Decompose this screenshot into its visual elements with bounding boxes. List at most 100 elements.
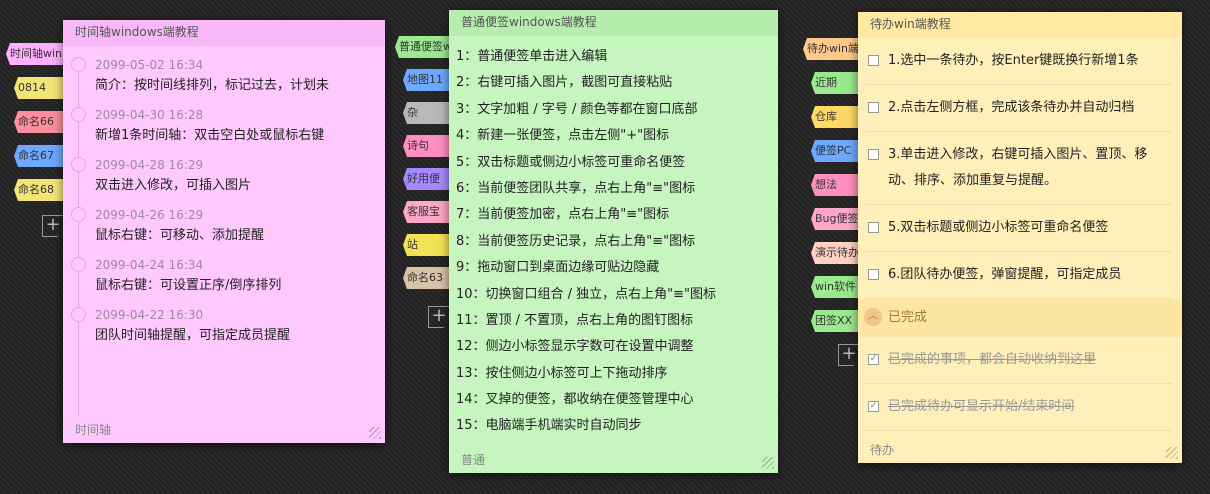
timeline-dot [71, 157, 86, 172]
resize-grip-icon[interactable] [369, 427, 381, 439]
timeline-date: 2099-04-24 16:34 [95, 258, 204, 272]
resize-grip-icon[interactable] [762, 457, 774, 469]
timeline-date: 2099-04-30 16:28 [95, 108, 204, 122]
checkbox[interactable] [868, 269, 879, 280]
timeline-text: 团队时间轴提醒，可指定成员提醒 [95, 328, 291, 343]
check-icon[interactable]: ✓ [868, 401, 879, 412]
normal-note[interactable]: 普通便签windows端教程 1：普通便签单击进入编辑 2：右键可插入图片，截图可… [449, 10, 778, 473]
todo-list: 1.选中一条待办，按Enter键既换行新增1条 2.点击左侧方框，完成该条待办并… [858, 38, 1182, 437]
todo-text: 5.双击标题或侧边小标签可重命名便签 [888, 220, 1109, 235]
note-line: 4：新建一张便签，点击左侧"+"图标 [456, 128, 670, 144]
timeline-text: 鼠标右键：可设置正序/倒序排列 [95, 278, 282, 293]
todo-note[interactable]: 待办win端教程 1.选中一条待办，按Enter键既换行新增1条 2.点击左侧方… [858, 12, 1182, 463]
timeline-text: 简介：按时间线排列，标记过去，计划未 [95, 78, 330, 93]
timeline-item[interactable]: 2099-05-02 16:34 简介：按时间线排列，标记过去，计划未 [63, 46, 385, 96]
note-line: 15：电脑端手机端实时自动同步 [456, 418, 642, 434]
side-tab[interactable]: 0814 [14, 77, 66, 99]
side-tab[interactable]: 诗句 [403, 135, 451, 157]
side-tab[interactable]: 近期 [811, 72, 861, 94]
completed-label: 已完成 [888, 310, 928, 325]
side-tab[interactable]: 普通便签w [395, 36, 451, 58]
checkbox[interactable] [868, 149, 879, 160]
resize-grip-icon[interactable] [1166, 447, 1178, 459]
side-tab[interactable]: 站 [403, 234, 451, 256]
note-line: 7：当前便签加密，点右上角"≡"图标 [456, 207, 670, 223]
side-tab[interactable]: 杂 [403, 102, 451, 124]
side-tab[interactable]: 命名66 [14, 111, 66, 133]
note-title[interactable]: 时间轴windows端教程 [63, 20, 385, 46]
note-content[interactable]: 1：普通便签单击进入编辑 2：右键可插入图片，截图可直接粘贴 3：文字加粗 / 字号… [449, 36, 778, 447]
timeline-note[interactable]: 时间轴windows端教程 2099-05-02 16:34 简介：按时间线排列… [63, 20, 385, 443]
completed-section-toggle[interactable]: ︿ 已完成 [858, 299, 1182, 337]
todo-text: 6.团队待办便签，弹窗提醒，可指定成员 [888, 267, 1122, 282]
timeline-item[interactable]: 2099-04-28 16:29 双击进入修改，可插入图片 [63, 146, 385, 196]
timeline-dot [71, 257, 86, 272]
todo-item[interactable]: 5.双击标题或侧边小标签可重命名便签 [866, 205, 1172, 252]
checkbox[interactable] [868, 102, 879, 113]
timeline-text: 鼠标右键：可移动、添加提醒 [95, 228, 265, 243]
side-tab[interactable]: 时间轴win [6, 43, 66, 65]
note-line: 13：按住侧边小标签可上下拖动排序 [456, 365, 668, 381]
side-tab[interactable]: 便签PC [811, 140, 861, 162]
side-tab[interactable]: 团签XX [811, 310, 861, 332]
side-tab[interactable]: 命名63 [403, 267, 451, 289]
timeline-dot [71, 107, 86, 122]
side-tab[interactable]: 演示待办 [811, 242, 861, 264]
timeline-text: 双击进入修改，可插入图片 [95, 178, 252, 193]
note-title[interactable]: 普通便签windows端教程 [449, 10, 778, 36]
note-line: 6：当前便签团队共享，点右上角"≡"图标 [456, 180, 696, 196]
side-tab[interactable]: Bug便签 [811, 208, 861, 230]
todo-item[interactable]: 2.点击左侧方框，完成该条待办并自动归档 [866, 85, 1172, 132]
note-line: 5：双击标题或侧边小标签可重命名便签 [456, 154, 686, 170]
note-footer: 待办 [870, 443, 895, 457]
todo-item[interactable]: 3.单击进入修改，右键可插入图片、置顶、移动、排序、添加重复与提醒。 [866, 132, 1172, 205]
checkbox[interactable] [868, 222, 879, 233]
side-tab[interactable]: 命名67 [14, 145, 66, 167]
chevron-up-icon: ︿ [864, 308, 882, 326]
timeline-date: 2099-05-02 16:34 [95, 58, 204, 72]
timeline-date: 2099-04-26 16:29 [95, 208, 204, 222]
todo-text: 2.点击左侧方框，完成该条待办并自动归档 [888, 100, 1135, 115]
add-note-button[interactable]: + [838, 344, 860, 366]
note-line: 1：普通便签单击进入编辑 [456, 49, 608, 64]
note-line: 9：拖动窗口到桌面边缘可贴边隐藏 [456, 260, 660, 276]
completed-todo-item[interactable]: ✓ 已完成待办可显示开始/结束时间 [866, 384, 1172, 431]
todo-text: 已完成待办可显示开始/结束时间 [888, 399, 1075, 414]
side-tab[interactable]: 仓库 [811, 106, 861, 128]
side-tab[interactable]: 好用便 [403, 168, 451, 190]
check-icon[interactable]: ✓ [868, 354, 879, 365]
note-line: 8：当前便签历史记录，点右上角"≡"图标 [456, 233, 696, 249]
side-tab[interactable]: 地图11 [403, 69, 451, 91]
note-line: 3：文字加粗 / 字号 / 颜色等都在窗口底部 [456, 101, 698, 117]
checkbox[interactable] [868, 55, 879, 66]
timeline-dot [71, 307, 86, 322]
note-title[interactable]: 待办win端教程 [858, 12, 1182, 38]
side-tab[interactable]: 想法 [811, 174, 861, 196]
add-note-button[interactable]: + [428, 306, 450, 328]
add-note-button[interactable]: + [42, 215, 64, 237]
side-tab[interactable]: 待办win端 [803, 38, 861, 60]
timeline-dot [71, 207, 86, 222]
timeline-item[interactable]: 2099-04-24 16:34 鼠标右键：可设置正序/倒序排列 [63, 246, 385, 296]
todo-item[interactable]: 6.团队待办便签，弹窗提醒，可指定成员 [866, 252, 1172, 299]
note-line: 11：置顶 / 不置顶，点右上角的图钉图标 [456, 312, 694, 328]
timeline-item[interactable]: 2099-04-30 16:28 新增1条时间轴：双击空白处或鼠标右键 [63, 96, 385, 146]
timeline-dot [71, 57, 86, 72]
timeline-date: 2099-04-22 16:30 [95, 308, 204, 322]
side-tab[interactable]: win软件 [811, 276, 861, 298]
note-line: 12：侧边小标签显示字数可在设置中调整 [456, 339, 694, 355]
timeline-item[interactable]: 2099-04-26 16:29 鼠标右键：可移动、添加提醒 [63, 196, 385, 246]
todo-text: 1.选中一条待办，按Enter键既换行新增1条 [888, 53, 1139, 68]
timeline-body: 2099-05-02 16:34 简介：按时间线排列，标记过去，计划未 2099… [63, 46, 385, 417]
todo-item[interactable]: 1.选中一条待办，按Enter键既换行新增1条 [866, 38, 1172, 85]
timeline-date: 2099-04-28 16:29 [95, 158, 204, 172]
timeline-item[interactable]: 2099-04-22 16:30 团队时间轴提醒，可指定成员提醒 [63, 296, 385, 346]
note-line: 2：右键可插入图片，截图可直接粘贴 [456, 75, 673, 91]
note-line: 14：叉掉的便签，都收纳在便签管理中心 [456, 392, 694, 408]
timeline-text: 新增1条时间轴：双击空白处或鼠标右键 [95, 128, 325, 143]
completed-todo-item[interactable]: ✓ 已完成的事项，都会自动收纳到这里 [866, 337, 1172, 384]
side-tab[interactable]: 客服宝 [403, 201, 451, 223]
note-footer: 时间轴 [75, 423, 112, 437]
todo-text: 3.单击进入修改，右键可插入图片、置顶、移动、排序、添加重复与提醒。 [888, 147, 1148, 188]
side-tab[interactable]: 命名68 [14, 179, 66, 201]
